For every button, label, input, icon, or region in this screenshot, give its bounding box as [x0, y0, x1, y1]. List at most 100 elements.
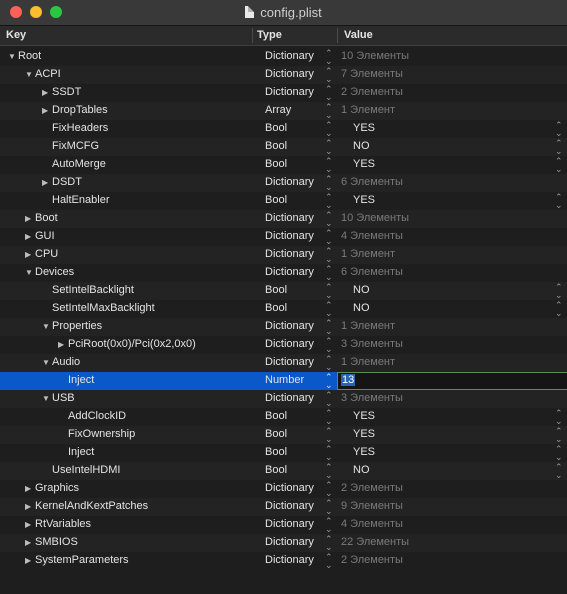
- type-stepper-icon[interactable]: ⌃ ⌄: [325, 247, 333, 264]
- plist-row[interactable]: Inject Bool ⌃ ⌄ YES ⌃ ⌄: [0, 444, 567, 462]
- row-value-bool[interactable]: YES: [353, 122, 375, 134]
- row-type[interactable]: Dictionary: [265, 554, 314, 566]
- column-divider[interactable]: [337, 28, 338, 43]
- plist-row[interactable]: ▼ Devices Dictionary ⌃ ⌄ 6 Элементы: [0, 264, 567, 282]
- type-stepper-icon[interactable]: ⌃ ⌄: [325, 517, 333, 534]
- value-stepper-icon[interactable]: ⌃ ⌄: [555, 193, 563, 210]
- type-stepper-icon[interactable]: ⌃ ⌄: [325, 103, 333, 120]
- plist-row[interactable]: Inject Number ⌃ ⌄ 13: [0, 372, 567, 390]
- row-type[interactable]: Dictionary: [265, 482, 314, 494]
- type-stepper-icon[interactable]: ⌃ ⌄: [325, 175, 333, 192]
- plist-row[interactable]: FixMCFG Bool ⌃ ⌄ NO ⌃ ⌄: [0, 138, 567, 156]
- disclosure-expanded-icon[interactable]: ▼: [42, 358, 52, 367]
- type-stepper-icon[interactable]: ⌃ ⌄: [325, 265, 333, 282]
- type-stepper-icon[interactable]: ⌃ ⌄: [325, 67, 333, 84]
- value-stepper-icon[interactable]: ⌃ ⌄: [555, 121, 563, 138]
- plist-row[interactable]: ▶ PciRoot(0x0)/Pci(0x2,0x0) Dictionary ⌃ ⌄ 3 …: [0, 336, 567, 354]
- plist-row[interactable]: ▼ ACPI Dictionary ⌃ ⌄ 7 Элементы: [0, 66, 567, 84]
- plist-row[interactable]: ▶ DropTables Array ⌃ ⌄ 1 Элемент: [0, 102, 567, 120]
- disclosure-expanded-icon[interactable]: ▼: [25, 268, 35, 277]
- row-value-bool[interactable]: YES: [353, 428, 375, 440]
- type-stepper-icon[interactable]: ⌃ ⌄: [325, 355, 333, 372]
- row-type[interactable]: Dictionary: [265, 266, 314, 278]
- row-type[interactable]: Dictionary: [265, 518, 314, 530]
- type-stepper-icon[interactable]: ⌃ ⌄: [325, 49, 333, 66]
- disclosure-expanded-icon[interactable]: ▼: [42, 394, 52, 403]
- row-type[interactable]: Dictionary: [265, 86, 314, 98]
- value-stepper-icon[interactable]: ⌃ ⌄: [555, 157, 563, 174]
- disclosure-collapsed-icon[interactable]: ▶: [25, 502, 35, 511]
- row-type[interactable]: Bool: [265, 122, 287, 134]
- plist-row[interactable]: ▶ DSDT Dictionary ⌃ ⌄ 6 Элементы: [0, 174, 567, 192]
- value-stepper-icon[interactable]: ⌃ ⌄: [555, 427, 563, 444]
- plist-row[interactable]: ▼ Properties Dictionary ⌃ ⌄ 1 Элемент: [0, 318, 567, 336]
- type-stepper-icon[interactable]: ⌃ ⌄: [325, 319, 333, 336]
- row-type[interactable]: Dictionary: [265, 212, 314, 224]
- row-type[interactable]: Array: [265, 104, 291, 116]
- plist-row[interactable]: ▶ SMBIOS Dictionary ⌃ ⌄ 22 Элементы: [0, 534, 567, 552]
- value-edit-field[interactable]: 13: [337, 372, 567, 390]
- plist-row[interactable]: FixOwnership Bool ⌃ ⌄ YES ⌃ ⌄: [0, 426, 567, 444]
- plist-row[interactable]: ▼ USB Dictionary ⌃ ⌄ 3 Элементы: [0, 390, 567, 408]
- row-type[interactable]: Dictionary: [265, 248, 314, 260]
- plist-row[interactable]: ▼ Audio Dictionary ⌃ ⌄ 1 Элемент: [0, 354, 567, 372]
- plist-row[interactable]: UseIntelHDMI Bool ⌃ ⌄ NO ⌃ ⌄: [0, 462, 567, 480]
- type-stepper-icon[interactable]: ⌃ ⌄: [325, 499, 333, 516]
- plist-row[interactable]: HaltEnabler Bool ⌃ ⌄ YES ⌃ ⌄: [0, 192, 567, 210]
- row-type[interactable]: Bool: [265, 158, 287, 170]
- disclosure-collapsed-icon[interactable]: ▶: [25, 250, 35, 259]
- row-type[interactable]: Dictionary: [265, 536, 314, 548]
- disclosure-collapsed-icon[interactable]: ▶: [58, 340, 68, 349]
- plist-row[interactable]: ▶ Boot Dictionary ⌃ ⌄ 10 Элементы: [0, 210, 567, 228]
- type-stepper-icon[interactable]: ⌃ ⌄: [325, 481, 333, 498]
- disclosure-collapsed-icon[interactable]: ▶: [42, 178, 52, 187]
- plist-row[interactable]: ▼ Root Dictionary ⌃ ⌄ 10 Элементы: [0, 48, 567, 66]
- value-stepper-icon[interactable]: ⌃ ⌄: [555, 283, 563, 300]
- value-stepper-icon[interactable]: ⌃ ⌄: [555, 409, 563, 426]
- row-value-bool[interactable]: YES: [353, 446, 375, 458]
- disclosure-collapsed-icon[interactable]: ▶: [25, 214, 35, 223]
- row-value-bool[interactable]: YES: [353, 194, 375, 206]
- row-type[interactable]: Dictionary: [265, 176, 314, 188]
- row-type[interactable]: Dictionary: [265, 230, 314, 242]
- plist-row[interactable]: AddClockID Bool ⌃ ⌄ YES ⌃ ⌄: [0, 408, 567, 426]
- disclosure-collapsed-icon[interactable]: ▶: [25, 538, 35, 547]
- type-stepper-icon[interactable]: ⌃ ⌄: [325, 427, 333, 444]
- type-stepper-icon[interactable]: ⌃ ⌄: [325, 193, 333, 210]
- plist-row[interactable]: ▶ CPU Dictionary ⌃ ⌄ 1 Элемент: [0, 246, 567, 264]
- row-type[interactable]: Bool: [265, 284, 287, 296]
- type-stepper-icon[interactable]: ⌃ ⌄: [325, 85, 333, 102]
- plist-row[interactable]: AutoMerge Bool ⌃ ⌄ YES ⌃ ⌄: [0, 156, 567, 174]
- disclosure-collapsed-icon[interactable]: ▶: [25, 520, 35, 529]
- value-stepper-icon[interactable]: ⌃ ⌄: [555, 445, 563, 462]
- column-header-value[interactable]: Value: [344, 29, 373, 41]
- disclosure-collapsed-icon[interactable]: ▶: [42, 106, 52, 115]
- column-header-type[interactable]: Type: [257, 29, 282, 41]
- type-stepper-icon[interactable]: ⌃ ⌄: [325, 373, 333, 390]
- value-stepper-icon[interactable]: ⌃ ⌄: [555, 463, 563, 480]
- row-type[interactable]: Bool: [265, 446, 287, 458]
- type-stepper-icon[interactable]: ⌃ ⌄: [325, 553, 333, 570]
- row-type[interactable]: Dictionary: [265, 392, 314, 404]
- type-stepper-icon[interactable]: ⌃ ⌄: [325, 229, 333, 246]
- row-value-bool[interactable]: NO: [353, 464, 370, 476]
- disclosure-expanded-icon[interactable]: ▼: [25, 70, 35, 79]
- row-type[interactable]: Dictionary: [265, 500, 314, 512]
- type-stepper-icon[interactable]: ⌃ ⌄: [325, 121, 333, 138]
- disclosure-collapsed-icon[interactable]: ▶: [25, 556, 35, 565]
- type-stepper-icon[interactable]: ⌃ ⌄: [325, 337, 333, 354]
- value-stepper-icon[interactable]: ⌃ ⌄: [555, 139, 563, 156]
- disclosure-expanded-icon[interactable]: ▼: [42, 322, 52, 331]
- plist-row[interactable]: ▶ Graphics Dictionary ⌃ ⌄ 2 Элементы: [0, 480, 567, 498]
- row-value-bool[interactable]: NO: [353, 302, 370, 314]
- row-type[interactable]: Bool: [265, 140, 287, 152]
- row-type[interactable]: Dictionary: [265, 338, 314, 350]
- row-type[interactable]: Bool: [265, 464, 287, 476]
- plist-row[interactable]: ▶ GUI Dictionary ⌃ ⌄ 4 Элементы: [0, 228, 567, 246]
- row-type[interactable]: Dictionary: [265, 356, 314, 368]
- type-stepper-icon[interactable]: ⌃ ⌄: [325, 211, 333, 228]
- row-type[interactable]: Bool: [265, 194, 287, 206]
- row-type[interactable]: Dictionary: [265, 320, 314, 332]
- row-type[interactable]: Bool: [265, 428, 287, 440]
- row-type[interactable]: Dictionary: [265, 50, 314, 62]
